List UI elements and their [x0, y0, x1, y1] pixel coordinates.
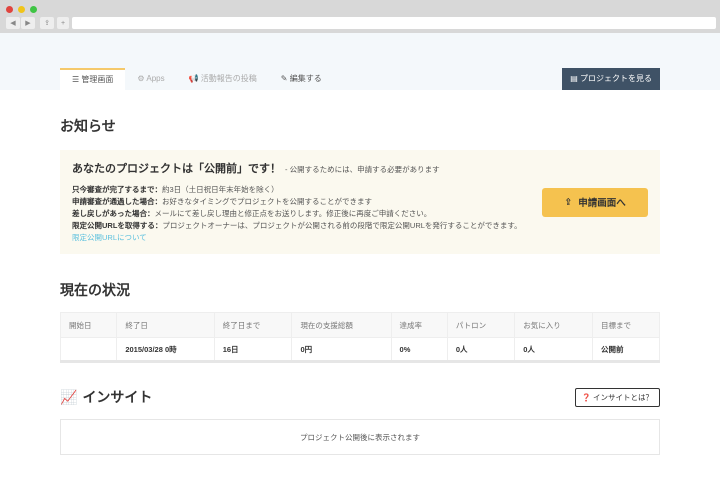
table-cell: 0%: [390, 337, 448, 362]
line-value: プロジェクトオーナーは、プロジェクトが公開される前の段階で限定公開URLを発行す…: [162, 221, 522, 230]
maximize-dot[interactable]: [30, 6, 37, 13]
insight-help-button[interactable]: ❓ インサイトとは？: [574, 387, 660, 407]
button-label: インサイトとは？: [593, 392, 653, 402]
gear-icon: ⚙: [137, 74, 145, 83]
minimize-dot[interactable]: [18, 6, 25, 13]
line-value: お好きなタイミングでプロジェクトを公開することができます: [162, 197, 372, 206]
upload-icon: ⇪: [564, 196, 573, 208]
tab-label: 管理画面: [81, 75, 114, 84]
notice-subtitle: - 公開するためには、申請する必要があります: [285, 165, 440, 174]
column-header: 開始日: [59, 312, 118, 338]
tab-post-report[interactable]: 📢 活動報告の投稿: [177, 68, 269, 90]
tab-label: 編集する: [289, 74, 322, 83]
browser-chrome: ◀ ▶ ⇪ +: [0, 0, 720, 33]
column-header: 現在の支援総額: [291, 312, 392, 338]
insight-empty: プロジェクト公開後に表示されます: [60, 419, 660, 455]
button-label: 申請画面へ: [578, 198, 626, 209]
tab-apps[interactable]: ⚙ Apps: [125, 68, 176, 90]
column-header: お気に入り: [514, 312, 593, 338]
table-cell: 公開前: [591, 337, 661, 362]
forward-icon[interactable]: ▶: [21, 17, 35, 29]
notice-title: あなたのプロジェクトは「公開前」です！ - 公開するためには、申請する必要がありま…: [72, 160, 528, 176]
menu-icon: ☰: [72, 75, 80, 84]
table-cell: 2015/03/28 0時: [116, 337, 215, 362]
header: ☰ 管理画面 ⚙ Apps 📢 活動報告の投稿 ✎ 編集する ▤ プロジェクトを…: [0, 33, 720, 90]
new-tab-icon[interactable]: +: [57, 17, 69, 29]
tab-label: 活動報告の投稿: [200, 74, 257, 83]
button-label: プロジェクトを見る: [580, 74, 652, 83]
megaphone-icon: 📢: [188, 74, 199, 83]
view-project-button[interactable]: ▤ プロジェクトを見る: [562, 68, 660, 90]
status-table: 開始日 終了日 終了日まで 現在の支援総額 達成率 パトロン お気に入り 目標まで 2015/…: [59, 312, 661, 363]
tab-admin[interactable]: ☰ 管理画面: [60, 68, 126, 90]
line-key: 限定公開URLを取得する：: [72, 221, 163, 230]
column-header: パトロン: [446, 312, 516, 338]
column-header: 終了日: [116, 312, 215, 338]
line-value: メールにて差し戻し理由と修正点をお送りします。修正後に再度ご申請ください。: [154, 209, 432, 218]
table-cell: 16日: [213, 337, 293, 362]
column-header: 達成率: [390, 312, 448, 338]
share-icon[interactable]: ⇪: [40, 17, 54, 29]
question-icon: ❓: [581, 392, 591, 402]
file-icon: ▤: [570, 74, 578, 83]
column-header: 終了日まで: [213, 312, 293, 338]
column-header: 目標まで: [591, 312, 661, 338]
table-row: 2015/03/28 0時 16日 0円 0% 0人 0人 公開前: [59, 337, 661, 362]
tab-label: Apps: [146, 74, 165, 83]
pencil-icon: ✎: [280, 74, 288, 83]
line-key: 差し戻しがあった場合：: [72, 209, 155, 218]
table-cell: 0円: [291, 337, 392, 362]
line-key: 申請審査が通過した場合：: [72, 197, 162, 206]
table-cell: [59, 337, 118, 362]
status-heading: 現在の状況: [60, 282, 130, 298]
url-bar[interactable]: [72, 17, 716, 29]
line-key: 只今審査が完了するまで：: [72, 185, 162, 194]
close-dot[interactable]: [6, 6, 13, 13]
limited-url-link[interactable]: 限定公開URLについて: [72, 233, 147, 242]
notice-heading: お知らせ: [60, 118, 116, 134]
notice-line: 只今審査が完了するまで：約3日（土日祝日年末年始を除く）: [72, 184, 528, 196]
insight-heading: インサイト: [82, 389, 153, 405]
line-value: 約3日（土日祝日年末年始を除く）: [162, 185, 279, 194]
tab-edit[interactable]: ✎ 編集する: [269, 68, 334, 90]
chart-line-icon: 📈: [60, 388, 78, 405]
notice-panel: あなたのプロジェクトは「公開前」です！ - 公開するためには、申請する必要がありま…: [60, 150, 660, 254]
back-icon[interactable]: ◀: [6, 17, 20, 29]
notice-line: 限定公開URLを取得する：プロジェクトオーナーは、プロジェクトが公開される前の段…: [72, 220, 528, 244]
table-cell: 0人: [446, 337, 516, 362]
title-text: あなたのプロジェクトは「公開前」です！: [72, 163, 281, 175]
apply-button[interactable]: ⇪ 申請画面へ: [542, 187, 648, 217]
notice-line: 差し戻しがあった場合：メールにて差し戻し理由と修正点をお送りします。修正後に再度…: [72, 208, 528, 220]
table-cell: 0人: [514, 337, 593, 362]
notice-line: 申請審査が通過した場合：お好きなタイミングでプロジェクトを公開することができます: [72, 196, 528, 208]
